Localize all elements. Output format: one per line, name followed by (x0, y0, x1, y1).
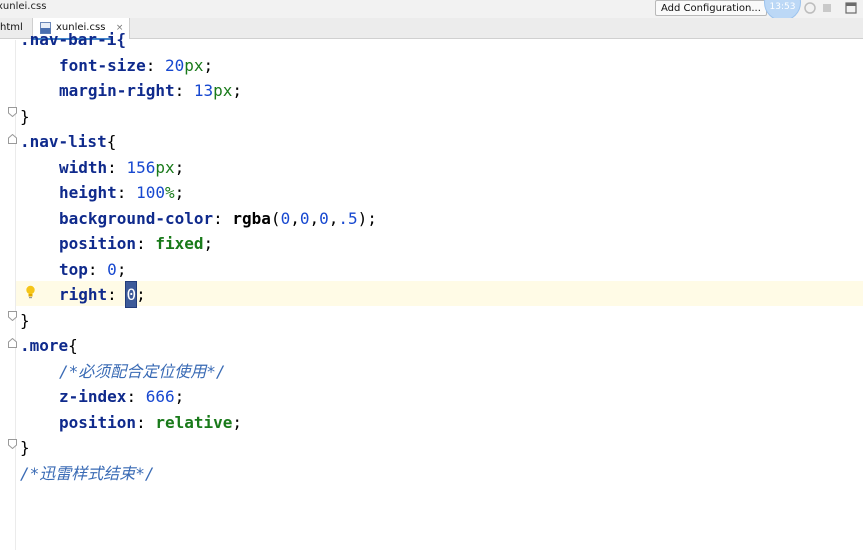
code-line[interactable]: position: relative; (59, 410, 242, 435)
code-token: 0 (280, 208, 291, 228)
code-line[interactable]: margin-right: 13px; (59, 78, 242, 103)
title-bar: xunlei.css Add Configuration... 13:53 (0, 0, 863, 21)
code-token: % (164, 183, 175, 202)
fold-end-icon[interactable] (8, 107, 17, 117)
code-token: z-index (59, 387, 127, 406)
code-token: } (20, 106, 30, 126)
fold-end-icon[interactable] (8, 311, 17, 321)
run-icon[interactable] (804, 2, 816, 14)
window-icon[interactable] (845, 2, 857, 14)
code-token: background-color (59, 208, 214, 228)
code-token: ; (174, 157, 185, 177)
code-token: /*必须配合定位使用*/ (59, 361, 226, 381)
code-token: height (59, 183, 117, 202)
code-token: ( (270, 208, 281, 228)
code-line[interactable]: position: fixed; (59, 231, 213, 256)
code-token: position (59, 412, 137, 432)
code-token: : (87, 259, 108, 279)
code-token: .nav-bar-i{ (20, 30, 126, 49)
code-token: : (107, 285, 127, 304)
fold-end-icon[interactable] (8, 439, 17, 449)
code-line[interactable]: } (20, 435, 30, 460)
code-token: rgba (232, 208, 271, 228)
code-token: : (126, 387, 146, 406)
code-line[interactable]: z-index: 666; (59, 384, 184, 409)
stop-icon[interactable] (821, 2, 833, 14)
code-token: ; (116, 259, 127, 279)
code-token: font-size (59, 55, 146, 75)
code-token: : (136, 234, 156, 253)
code-token: , (328, 208, 339, 228)
code-token: : (136, 412, 156, 432)
code-line[interactable]: font-size: 20px; (59, 53, 213, 78)
code-line[interactable]: } (20, 308, 30, 333)
code-token: right (59, 285, 108, 304)
lightbulb-icon[interactable] (25, 285, 36, 299)
code-line[interactable]: /*必须配合定位使用*/ (59, 359, 226, 384)
code-token: 20 (164, 55, 185, 75)
fold-start-icon[interactable] (8, 134, 17, 144)
code-line[interactable]: right: 0; (59, 281, 146, 308)
code-token: , (290, 208, 300, 228)
code-token: .more (20, 336, 69, 355)
code-token: : (145, 55, 165, 75)
code-token: 13 (193, 81, 214, 100)
code-token: { (106, 132, 117, 151)
code-token: ; (203, 55, 214, 75)
code-token: 100 (136, 183, 165, 202)
code-line[interactable]: height: 100%; (59, 180, 184, 205)
code-token: relative (155, 412, 233, 432)
code-token: px (213, 81, 233, 100)
code-token: 0 (107, 259, 117, 279)
fold-start-icon[interactable] (8, 338, 17, 348)
code-token: : (213, 208, 233, 228)
code-line[interactable]: width: 156px; (59, 155, 184, 180)
code-token: ; (174, 387, 185, 406)
code-token: ; (136, 285, 146, 304)
code-token: , (309, 208, 320, 228)
code-token: { (68, 336, 78, 355)
code-token: px (184, 55, 204, 75)
code-token: /*迅雷样式结束*/ (20, 463, 155, 483)
window-title: xunlei.css (0, 1, 47, 12)
code-line[interactable]: background-color: rgba(0,0,0,.5); (59, 206, 377, 231)
code-token: ); (357, 208, 377, 228)
code-token: ; (232, 412, 243, 432)
clock-time: 13:53 (769, 2, 796, 12)
add-configuration-button[interactable]: Add Configuration... (655, 0, 767, 16)
code-token: : (116, 183, 137, 202)
code-token: } (20, 438, 30, 457)
code-token: } (20, 310, 30, 330)
editor-tab-bar: html xunlei.css × (0, 18, 863, 39)
code-token: position (59, 234, 137, 253)
code-line[interactable]: .nav-bar-i{ (20, 27, 126, 52)
code-token: : (107, 157, 127, 177)
code-line[interactable]: top: 0; (59, 257, 126, 282)
code-token: px (155, 157, 175, 177)
code-token: top (59, 259, 88, 279)
code-token: 0 (319, 208, 329, 228)
code-token: margin-right (59, 81, 175, 100)
code-token: .5 (338, 208, 358, 228)
code-line[interactable]: } (20, 104, 30, 129)
code-token: ; (232, 81, 243, 100)
code-editor[interactable]: .nav-bar-i{font-size: 20px; margin-right:… (0, 30, 863, 550)
code-line[interactable]: .nav-list{ (20, 129, 116, 154)
code-token: fixed (155, 234, 204, 253)
code-token: ; (203, 234, 214, 253)
code-token: 666 (145, 387, 175, 406)
code-token: ; (174, 183, 185, 202)
code-token: .nav-list (20, 132, 107, 151)
caret-token: 0 (125, 281, 138, 308)
code-token: width (59, 157, 108, 177)
code-line[interactable]: .more{ (20, 333, 78, 358)
code-token: 156 (126, 157, 156, 177)
code-line[interactable]: /*迅雷样式结束*/ (20, 461, 155, 486)
code-token: : (174, 81, 194, 100)
